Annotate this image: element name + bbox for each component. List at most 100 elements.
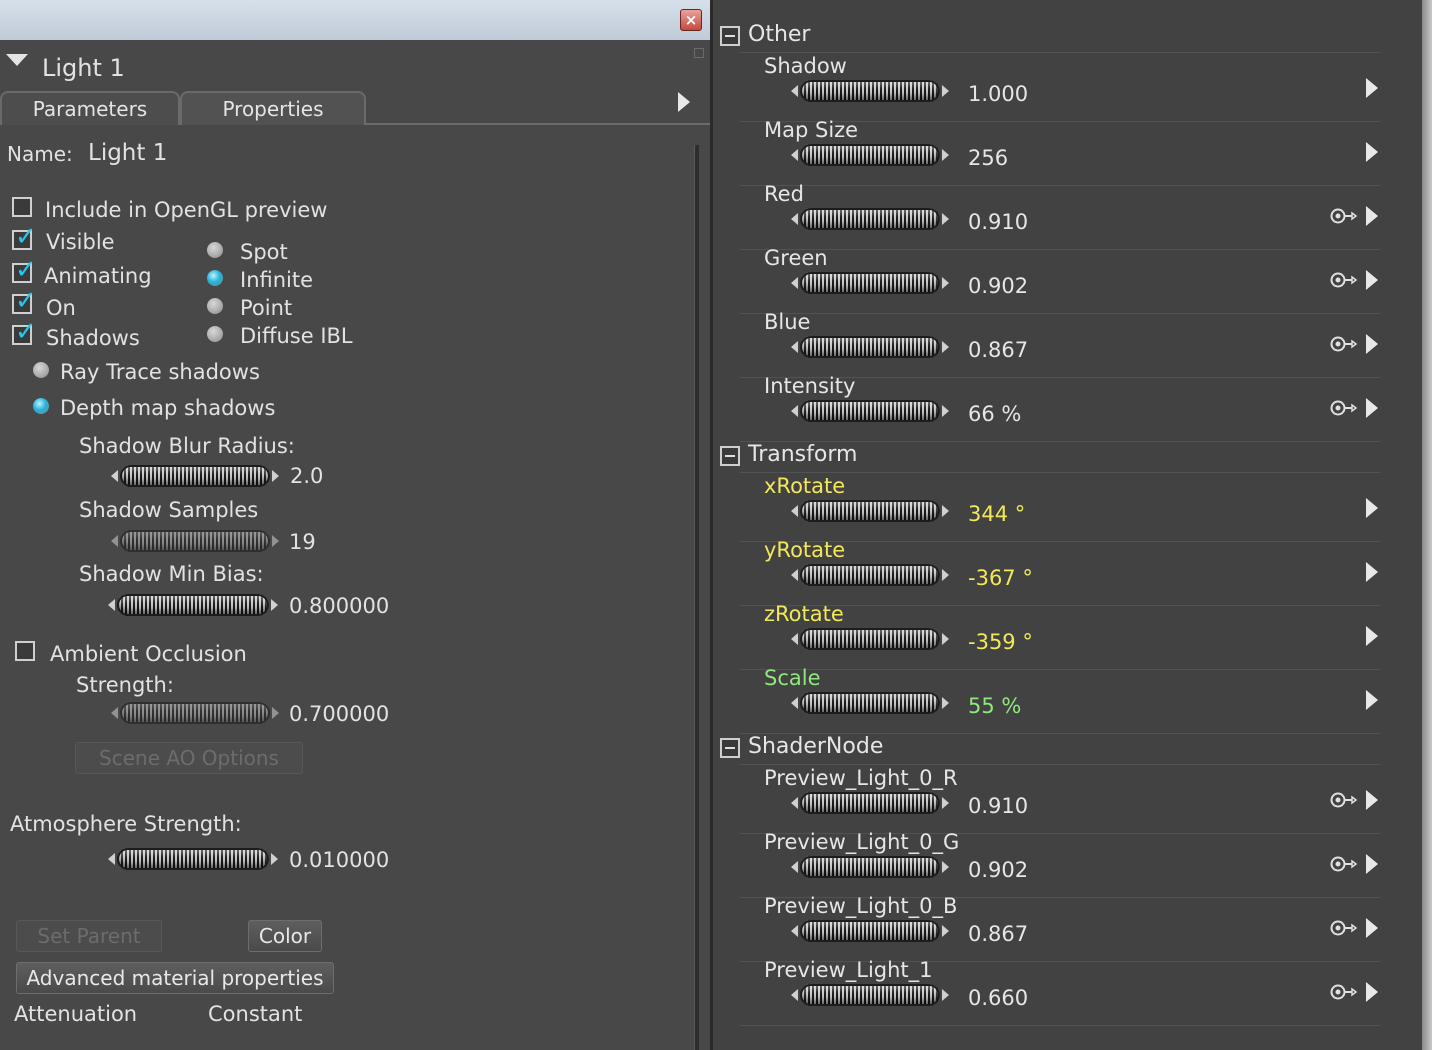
- param-dial[interactable]: [791, 208, 949, 230]
- param-value[interactable]: 0.902: [968, 858, 1028, 882]
- radio-diffuse-ibl[interactable]: [207, 326, 223, 342]
- tab-properties[interactable]: Properties: [180, 91, 366, 125]
- param-dial[interactable]: [791, 80, 949, 102]
- param-value[interactable]: -367 °: [968, 566, 1033, 590]
- keyframe-dial-icon[interactable]: [1330, 336, 1360, 352]
- param-value[interactable]: 0.910: [968, 210, 1028, 234]
- atmosphere-strength-value[interactable]: 0.010000: [289, 848, 389, 872]
- expand-arrow-icon[interactable]: [1366, 206, 1378, 226]
- radio-diffuse-ibl-label: Diffuse IBL: [240, 324, 353, 348]
- param-dial[interactable]: [791, 920, 949, 942]
- radio-ray-trace-shadows[interactable]: [33, 362, 49, 378]
- param-dial[interactable]: [791, 500, 949, 522]
- collapse-icon[interactable]: [720, 26, 740, 46]
- keyframe-dial-icon[interactable]: [1330, 920, 1360, 936]
- on-checkbox[interactable]: ✓: [12, 288, 37, 314]
- keyframe-dial-icon[interactable]: [1330, 792, 1360, 808]
- param-row: Preview_Light_0_G 0.902: [740, 830, 1380, 898]
- param-dial[interactable]: [791, 400, 949, 422]
- shadow-min-bias-value[interactable]: 0.800000: [289, 594, 389, 618]
- shadow-min-bias-slider[interactable]: [108, 594, 278, 616]
- param-label: Blue: [764, 310, 811, 334]
- expand-arrow-icon[interactable]: [1366, 270, 1378, 290]
- collapse-triangle-icon[interactable]: [6, 54, 28, 66]
- expand-arrow-icon[interactable]: [1366, 562, 1378, 582]
- visible-checkbox[interactable]: ✓: [12, 224, 37, 250]
- radio-point[interactable]: [207, 298, 223, 314]
- section-header-transform[interactable]: Transform: [720, 442, 1280, 472]
- name-value[interactable]: Light 1: [88, 140, 167, 166]
- shadow-blur-radius-slider[interactable]: [111, 465, 279, 487]
- keyframe-dial-icon[interactable]: [1330, 400, 1360, 416]
- strength-slider[interactable]: [111, 702, 279, 724]
- param-dial[interactable]: [791, 144, 949, 166]
- param-value[interactable]: 344 °: [968, 502, 1025, 526]
- shadow-samples-value[interactable]: 19: [289, 530, 316, 554]
- expand-arrow-icon[interactable]: [1366, 334, 1378, 354]
- param-dial[interactable]: [791, 856, 949, 878]
- expand-arrow-icon[interactable]: [1366, 142, 1378, 162]
- shadows-label: Shadows: [46, 326, 140, 350]
- set-parent-button[interactable]: Set Parent: [16, 920, 162, 952]
- expand-arrow-icon[interactable]: [1366, 626, 1378, 646]
- strength-label: Strength:: [76, 673, 174, 697]
- opengl-preview-checkbox[interactable]: [12, 197, 32, 217]
- expand-arrow-icon[interactable]: [1366, 78, 1378, 98]
- collapse-icon[interactable]: [720, 446, 740, 466]
- vertical-scrollbar[interactable]: [694, 145, 699, 1050]
- light-properties-panel: × Light 1 Parameters Properties Name: Li…: [0, 0, 710, 1050]
- expand-arrow-icon[interactable]: [1366, 918, 1378, 938]
- param-value[interactable]: 1.000: [968, 82, 1028, 106]
- advanced-material-properties-button[interactable]: Advanced material properties: [16, 962, 334, 994]
- expand-arrow-icon[interactable]: [1366, 982, 1378, 1002]
- keyframe-dial-icon[interactable]: [1330, 272, 1360, 288]
- param-value[interactable]: 66 %: [968, 402, 1021, 426]
- param-label: Preview_Light_0_B: [764, 894, 958, 918]
- expand-arrow-icon[interactable]: [1366, 854, 1378, 874]
- shadow-samples-slider[interactable]: [111, 530, 279, 552]
- collapse-icon[interactable]: [720, 738, 740, 758]
- section-divider: [740, 52, 1380, 53]
- color-button[interactable]: Color: [248, 920, 322, 952]
- ambient-occlusion-checkbox[interactable]: [15, 641, 35, 661]
- param-dial[interactable]: [791, 692, 949, 714]
- radio-infinite[interactable]: [207, 270, 223, 286]
- param-value[interactable]: 0.902: [968, 274, 1028, 298]
- shadow-blur-radius-value[interactable]: 2.0: [290, 464, 323, 488]
- param-value[interactable]: -359 °: [968, 630, 1033, 654]
- expand-arrow-icon[interactable]: [1366, 398, 1378, 418]
- expand-arrow-icon[interactable]: [1366, 690, 1378, 710]
- tab-parameters[interactable]: Parameters: [0, 91, 180, 125]
- param-dial[interactable]: [791, 984, 949, 1006]
- close-button[interactable]: ×: [680, 9, 702, 31]
- param-dial[interactable]: [791, 628, 949, 650]
- keyframe-dial-icon[interactable]: [1330, 856, 1360, 872]
- param-value[interactable]: 0.910: [968, 794, 1028, 818]
- resize-grip-icon[interactable]: [694, 48, 704, 58]
- param-dial[interactable]: [791, 272, 949, 294]
- expand-arrow-icon[interactable]: [1366, 498, 1378, 518]
- param-dial[interactable]: [791, 792, 949, 814]
- expand-arrow-icon[interactable]: [1366, 790, 1378, 810]
- tab-scroll-right-icon[interactable]: [678, 92, 690, 112]
- section-header-other[interactable]: Other: [720, 22, 1280, 52]
- animating-checkbox[interactable]: ✓: [12, 257, 37, 283]
- attenuation-value[interactable]: Constant: [208, 1002, 302, 1026]
- radio-depth-map-shadows[interactable]: [33, 398, 49, 414]
- shadows-checkbox[interactable]: ✓: [12, 319, 37, 345]
- param-value[interactable]: 0.867: [968, 338, 1028, 362]
- param-dial[interactable]: [791, 336, 949, 358]
- keyframe-dial-icon[interactable]: [1330, 208, 1360, 224]
- strength-value[interactable]: 0.700000: [289, 702, 389, 726]
- radio-spot[interactable]: [207, 242, 223, 258]
- param-value[interactable]: 55 %: [968, 694, 1021, 718]
- atmosphere-strength-slider[interactable]: [108, 848, 278, 870]
- param-value[interactable]: 0.660: [968, 986, 1028, 1010]
- param-value[interactable]: 0.867: [968, 922, 1028, 946]
- param-dial[interactable]: [791, 564, 949, 586]
- param-value[interactable]: 256: [968, 146, 1008, 170]
- scene-ao-options-button[interactable]: Scene AO Options: [75, 742, 303, 774]
- tab-baseline: [366, 123, 710, 125]
- section-header-shadernode[interactable]: ShaderNode: [720, 734, 1280, 764]
- keyframe-dial-icon[interactable]: [1330, 984, 1360, 1000]
